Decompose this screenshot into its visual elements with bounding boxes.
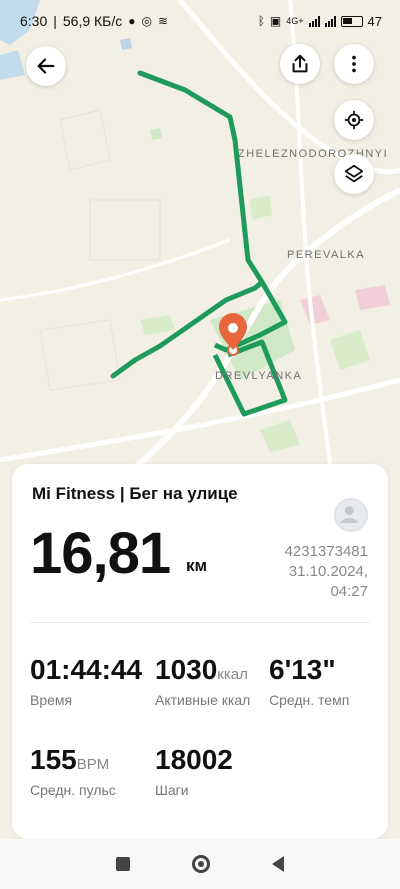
workout-meta: 4231373481 31.10.2024, 04:27 <box>285 542 368 602</box>
status-time: 6:30 <box>20 13 48 29</box>
map-canvas <box>0 0 400 540</box>
stat-duration: 01:44:44 Время <box>30 654 142 708</box>
map-label-drevlyanka: DREVLYANKA <box>215 370 303 382</box>
stat-duration-label: Время <box>30 692 73 708</box>
stat-heart-rate-unit: BPM <box>76 756 110 773</box>
stat-heart-rate: 155BPM Средн. пульс <box>30 744 116 798</box>
stat-pace-label: Средн. темп <box>269 692 350 708</box>
bluetooth-icon: ᛒ <box>257 14 265 28</box>
battery-icon <box>340 15 363 27</box>
signal-2-icon <box>324 15 336 27</box>
stat-calories-unit: ккал <box>217 666 248 683</box>
workout-title: Mi Fitness | Бег на улице <box>32 484 238 503</box>
home-button[interactable] <box>192 855 210 873</box>
stat-steps-label: Шаги <box>155 782 189 798</box>
divider <box>30 622 370 623</box>
vowifi-icon: ▣ <box>269 14 282 28</box>
stat-calories-value: 1030 <box>155 654 218 685</box>
more-vertical-icon <box>352 55 356 73</box>
chat-icon: ● <box>128 14 136 28</box>
stat-heart-rate-label: Средн. пульс <box>30 782 116 798</box>
distance-unit: км <box>186 556 208 575</box>
status-bar: 6:30 | 56,9 КБ/с ● ◎ ≋ ᛒ ▣ 4G+ 47 <box>20 13 382 29</box>
whatsapp-icon: ◎ <box>141 14 152 28</box>
stat-calories: 1030ккал Активные ккал <box>155 654 250 708</box>
workout-date: 31.10.2024, <box>288 563 368 580</box>
route-map[interactable] <box>0 0 400 540</box>
system-nav-bar <box>0 839 400 889</box>
user-icon <box>340 506 359 523</box>
back-button[interactable] <box>26 46 66 86</box>
workout-time: 04:27 <box>330 583 368 600</box>
stat-heart-rate-value: 155 <box>30 744 77 775</box>
wifi-icon: ≋ <box>158 14 169 28</box>
arrow-left-icon <box>37 58 55 74</box>
share-button[interactable] <box>280 44 320 84</box>
more-button[interactable] <box>334 44 374 84</box>
recents-button[interactable] <box>116 857 130 871</box>
stat-calories-label: Активные ккал <box>155 692 251 708</box>
battery-level: 47 <box>367 13 382 29</box>
stat-steps-value: 18002 <box>155 744 233 775</box>
network-type: 4G+ <box>286 16 304 26</box>
user-id: 4231373481 <box>284 543 368 560</box>
distance-value: 16,81 <box>30 521 171 586</box>
stat-duration-value: 01:44:44 <box>30 654 143 685</box>
workout-summary-card: Mi Fitness | Бег на улице 16,81 км 42313… <box>12 464 388 839</box>
layers-icon <box>344 164 364 183</box>
stat-pace: 6'13" Средн. темп <box>269 654 349 708</box>
signal-icon <box>308 15 320 27</box>
locate-button[interactable] <box>334 100 374 140</box>
avatar[interactable] <box>334 498 368 532</box>
stat-pace-value: 6'13" <box>269 654 336 685</box>
share-icon <box>292 54 308 73</box>
layers-button[interactable] <box>334 154 374 194</box>
back-nav-button[interactable] <box>272 856 284 872</box>
map-label-perevalka: PEREVALKA <box>287 249 366 261</box>
status-speed: 56,9 КБ/с <box>62 13 123 29</box>
stat-steps: 18002 Шаги <box>155 744 233 798</box>
location-target-icon <box>344 110 364 130</box>
